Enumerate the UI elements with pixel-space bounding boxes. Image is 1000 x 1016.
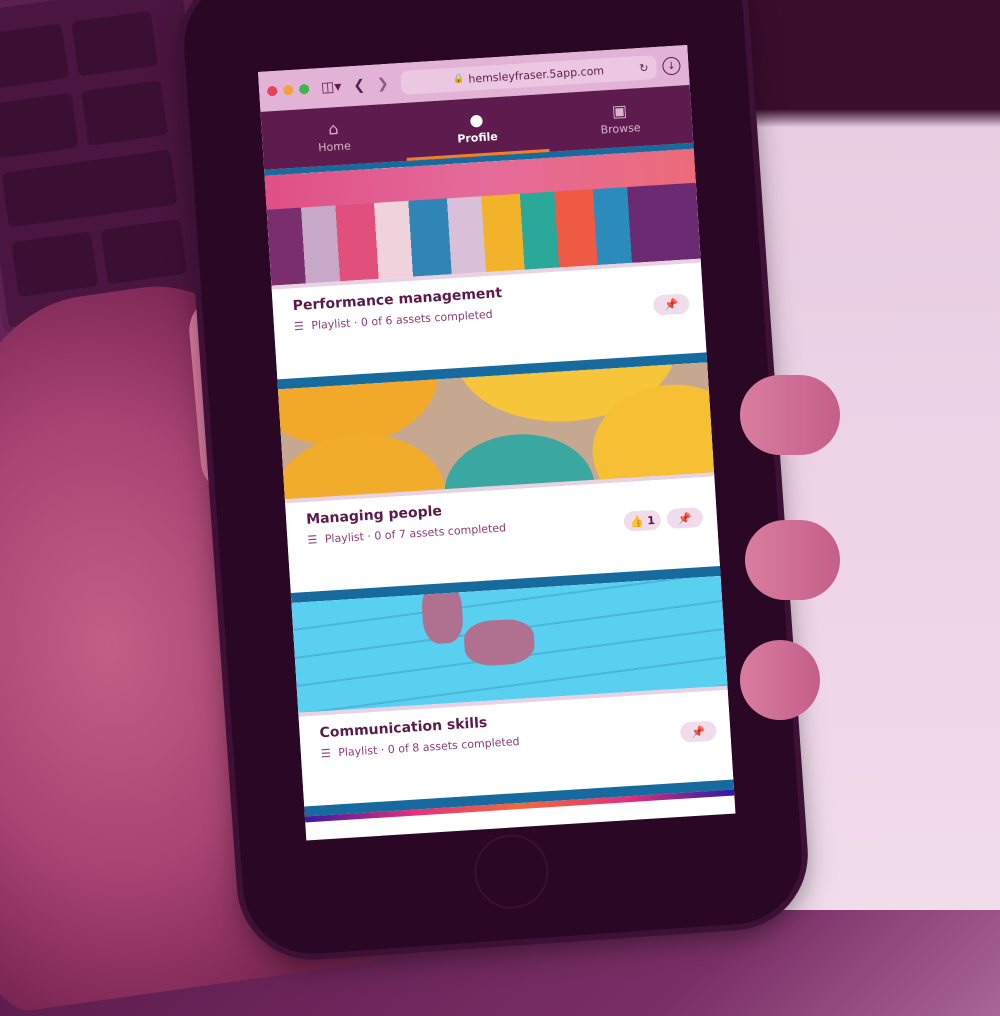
maximize-window-button[interactable] (298, 83, 310, 95)
card-progress: 0 of 6 assets completed (360, 307, 494, 330)
archive-icon: ▣ (611, 100, 628, 121)
separator: · (353, 316, 358, 330)
nav-item-home[interactable]: ⌂ Home (261, 103, 408, 170)
home-button[interactable] (471, 832, 551, 912)
separator: · (366, 529, 372, 544)
playlist-card[interactable]: Managing people ☰ Playlist · 0 of 7 asse… (277, 362, 720, 593)
thumbs-up-icon: 👍 (629, 514, 644, 529)
pin-button[interactable]: 📌 (666, 506, 704, 530)
home-icon: ⌂ (327, 119, 340, 139)
pin-button[interactable]: 📌 (652, 293, 691, 316)
phone-screen: ◫▾ ❮ ❯ 🔒 hemsleyfraser.5app.com ↻ ↓ ⌂ Ho… (258, 45, 736, 841)
lock-icon: 🔒 (452, 74, 465, 85)
finger (745, 520, 840, 600)
sidebar-icon[interactable]: ◫▾ (321, 79, 342, 96)
chevron-right-icon[interactable]: ❯ (377, 76, 390, 93)
pin-icon: 📌 (664, 297, 679, 312)
card-type: Playlist (337, 743, 378, 760)
chevron-left-icon[interactable]: ❮ (353, 77, 366, 94)
list-icon: ☰ (320, 746, 332, 761)
close-window-button[interactable] (266, 85, 278, 97)
nav-item-profile[interactable]: ● Profile (404, 94, 551, 161)
list-icon: ☰ (293, 319, 305, 334)
minimize-window-button[interactable] (282, 84, 294, 96)
playlist-card[interactable]: Performance management ☰ Playlist · 0 of… (264, 148, 707, 380)
reload-icon[interactable]: ↻ (639, 61, 649, 75)
pin-icon: 📌 (691, 724, 706, 739)
download-icon[interactable]: ↓ (661, 56, 681, 76)
finger (740, 640, 820, 720)
nav-label: Home (317, 139, 352, 155)
card-type: Playlist (324, 530, 365, 546)
playlist-card[interactable]: Communication skills ☰ Playlist · 0 of 8… (291, 575, 734, 807)
pin-button[interactable]: 📌 (679, 720, 717, 743)
finger (740, 375, 840, 455)
separator: · (380, 743, 385, 757)
list-icon: ☰ (307, 533, 318, 547)
card-type: Playlist (310, 316, 351, 333)
card-progress: 0 of 8 assets completed (387, 734, 520, 757)
user-icon: ● (468, 109, 484, 130)
card-progress: 0 of 7 assets completed (373, 521, 507, 543)
nav-item-browse[interactable]: ▣ Browse (547, 85, 694, 152)
nav-label: Profile (456, 130, 499, 146)
pin-icon: 📌 (677, 511, 693, 525)
url-text: hemsleyfraser.5app.com (467, 63, 605, 86)
like-button[interactable]: 👍 1 (623, 509, 662, 532)
like-count: 1 (646, 513, 656, 527)
nav-label: Browse (600, 121, 641, 137)
